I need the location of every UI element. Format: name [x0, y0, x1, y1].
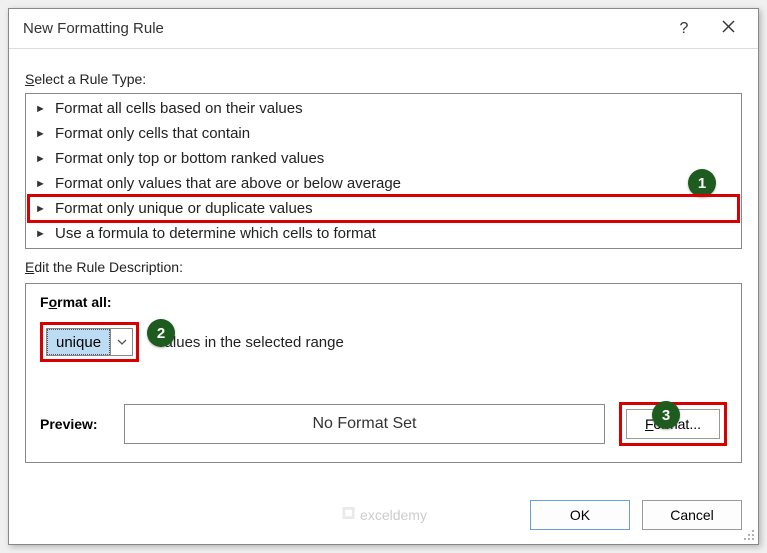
- format-all-dropdown[interactable]: unique: [46, 328, 133, 356]
- callout-2: 2: [147, 319, 175, 347]
- dialog-footer: OK Cancel: [9, 486, 758, 544]
- preview-row: Preview: No Format Set Format...: [40, 402, 727, 446]
- dialog-body: Select a Rule Type: ► Format all cells b…: [9, 49, 758, 486]
- rule-type-item[interactable]: ► Use a formula to determine which cells…: [29, 221, 738, 246]
- rule-type-text: Format only values that are above or bel…: [55, 175, 401, 192]
- rule-type-item-selected[interactable]: ► Format only unique or duplicate values: [29, 196, 738, 221]
- preview-text: No Format Set: [312, 415, 416, 433]
- rule-type-list[interactable]: ► Format all cells based on their values…: [25, 93, 742, 249]
- dropdown-suffix-text: values in the selected range: [157, 334, 344, 351]
- flag-icon: ►: [35, 228, 49, 240]
- titlebar: New Formatting Rule ?: [9, 9, 758, 49]
- rule-type-text: Format only top or bottom ranked values: [55, 150, 324, 167]
- rule-type-text: Format only cells that contain: [55, 125, 250, 142]
- close-button[interactable]: [706, 13, 750, 45]
- flag-icon: ►: [35, 203, 49, 215]
- edit-rule-box: Format all: unique values in the selecte…: [25, 283, 742, 463]
- preview-label: Preview:: [40, 416, 110, 432]
- flag-icon: ►: [35, 153, 49, 165]
- close-icon: [722, 20, 735, 38]
- cancel-button[interactable]: Cancel: [642, 500, 742, 530]
- rule-type-text: Format all cells based on their values: [55, 100, 303, 117]
- dropdown-highlight: unique: [40, 322, 139, 362]
- rule-type-item[interactable]: ► Format only cells that contain: [29, 121, 738, 146]
- callout-1: 1: [688, 169, 716, 197]
- help-icon: ?: [680, 20, 689, 38]
- select-rule-type-label: Select a Rule Type:: [25, 71, 742, 87]
- rule-type-item[interactable]: ► Format only top or bottom ranked value…: [29, 146, 738, 171]
- format-all-label: Format all:: [40, 294, 112, 310]
- rule-type-text: Use a formula to determine which cells t…: [55, 225, 376, 242]
- flag-icon: ►: [35, 128, 49, 140]
- rule-type-text: Format only unique or duplicate values: [55, 200, 313, 217]
- format-all-row: Format all:: [40, 294, 727, 310]
- dropdown-value: unique: [47, 329, 110, 355]
- dropdown-row: unique values in the selected range: [40, 322, 727, 362]
- chevron-down-icon: [110, 329, 132, 355]
- flag-icon: ►: [35, 103, 49, 115]
- edit-rule-description-label: Edit the Rule Description:: [25, 259, 742, 275]
- rule-type-item[interactable]: ► Format all cells based on their values: [29, 96, 738, 121]
- help-button[interactable]: ?: [662, 13, 706, 45]
- callout-3: 3: [652, 401, 680, 429]
- rule-type-item[interactable]: ► Format only values that are above or b…: [29, 171, 738, 196]
- ok-button[interactable]: OK: [530, 500, 630, 530]
- flag-icon: ►: [35, 178, 49, 190]
- resize-grip-icon[interactable]: [741, 527, 755, 541]
- preview-box: No Format Set: [124, 404, 605, 444]
- new-formatting-rule-dialog: New Formatting Rule ? Select a Rule Type…: [8, 8, 759, 545]
- dialog-title: New Formatting Rule: [23, 20, 662, 37]
